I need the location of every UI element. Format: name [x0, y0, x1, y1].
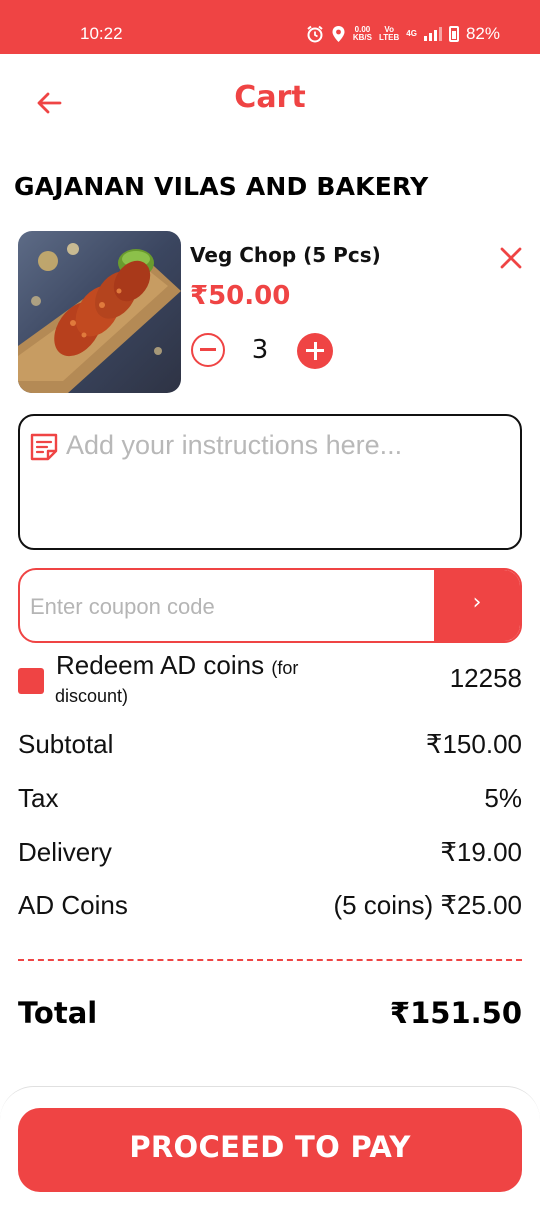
minus-circle-icon[interactable]: [191, 333, 225, 367]
status-bar: 10:22 0.00 KB/S Vo LTEB 4G 82%: [0, 0, 540, 54]
delivery-value: ₹19.00: [440, 837, 522, 867]
ad-coins-label: AD Coins: [18, 890, 128, 920]
subtotal-label: Subtotal: [18, 729, 114, 759]
location-icon: [332, 26, 345, 42]
network-type: 4G: [406, 29, 417, 38]
signal-icon: [423, 27, 442, 41]
redeem-sub-label-2: discount): [55, 686, 129, 706]
apply-coupon-button[interactable]: ›: [434, 570, 520, 641]
note-icon: [30, 433, 58, 461]
restaurant-name: GAJANAN VILAS AND BAKERY: [14, 172, 429, 201]
delivery-label: Delivery: [18, 837, 112, 867]
redeem-label-text: Redeem AD coins: [56, 650, 265, 680]
proceed-to-pay-button[interactable]: PROCEED TO PAY: [18, 1108, 522, 1192]
quantity-value: 3: [251, 335, 269, 365]
coupon-field: Enter coupon code ›: [18, 568, 522, 643]
close-icon[interactable]: [498, 245, 524, 271]
redeem-label: Redeem AD coins (for: [56, 650, 298, 681]
instructions-field[interactable]: Add your instructions here...: [18, 414, 522, 550]
status-icons: 0.00 KB/S Vo LTEB 4G 82%: [306, 24, 500, 44]
page-title: Cart: [234, 80, 306, 115]
tax-value: 5%: [484, 783, 522, 813]
header: Cart: [0, 54, 540, 146]
coupon-input[interactable]: Enter coupon code: [30, 594, 215, 620]
alarm-icon: [307, 25, 323, 43]
item-image: [18, 231, 181, 393]
redeem-sub-label: (for: [271, 658, 299, 678]
plus-circle-icon[interactable]: [297, 333, 333, 369]
volte-bottom: LTEB: [379, 33, 400, 42]
net-speed-unit: KB/S: [352, 33, 372, 42]
tax-label: Tax: [18, 783, 59, 813]
status-time: 10:22: [80, 24, 123, 43]
item-price: ₹50.00: [190, 281, 291, 311]
net-speed-indicator: 0.00 KB/S: [353, 26, 372, 42]
battery-icon: [448, 26, 459, 42]
dashed-divider: [18, 959, 522, 961]
battery-percent: 82%: [465, 24, 500, 43]
total-label: Total: [18, 996, 98, 1030]
redeem-checkbox[interactable]: [18, 668, 44, 694]
total-value: ₹151.50: [389, 996, 522, 1030]
coins-balance: 12258: [449, 663, 522, 693]
instructions-placeholder: Add your instructions here...: [66, 430, 403, 460]
volte-indicator: Vo LTEB: [379, 26, 399, 42]
chevron-right-icon: ›: [472, 590, 482, 615]
item-name: Veg Chop (5 Pcs): [190, 243, 381, 267]
subtotal-value: ₹150.00: [425, 729, 522, 759]
ad-coins-value: (5 coins) ₹25.00: [333, 890, 522, 920]
